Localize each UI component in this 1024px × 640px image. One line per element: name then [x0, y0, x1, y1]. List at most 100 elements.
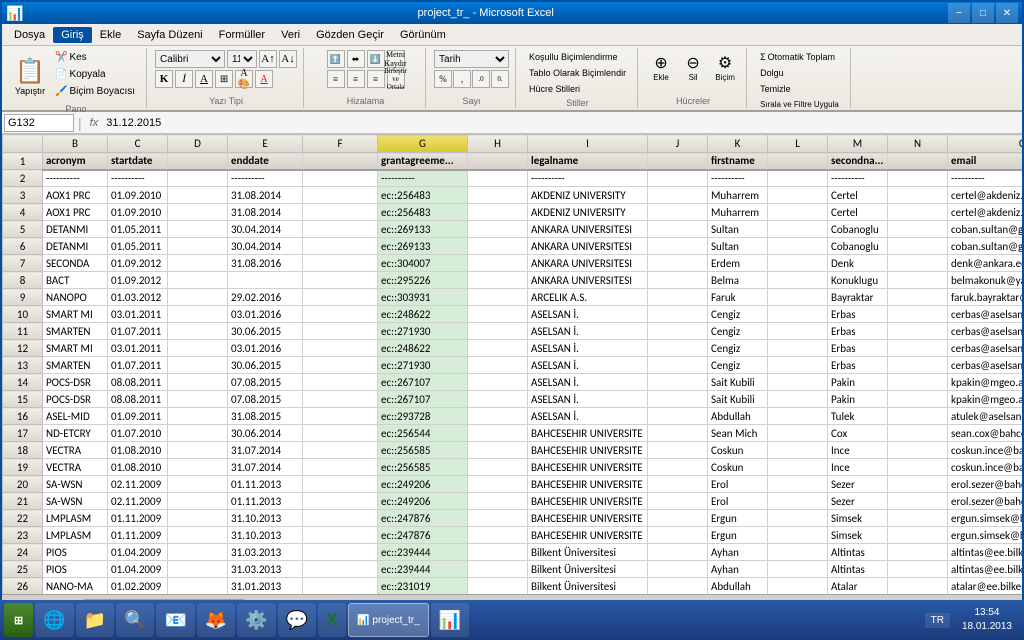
col-header-G[interactable]: G	[378, 135, 468, 153]
copy-button[interactable]: 📄 Kopyala	[50, 67, 140, 82]
cell-r14-c0[interactable]: POCS-DSR	[43, 374, 108, 391]
menu-veri[interactable]: Veri	[273, 27, 308, 43]
menu-giris[interactable]: Giriş	[53, 27, 92, 43]
cell-r15-c11[interactable]: Pakin	[828, 391, 888, 408]
cell-r24-c1[interactable]: 01.04.2009	[108, 544, 168, 561]
cell-r26-c13[interactable]: atalar@ee.bilkent.edu.tr	[948, 578, 1023, 595]
cell-r8-c2[interactable]	[168, 272, 228, 289]
cell-r3-c3[interactable]: 31.08.2014	[228, 187, 303, 204]
cell-r25-c0[interactable]: PIOS	[43, 561, 108, 578]
cell-r10-c11[interactable]: Erbas	[828, 306, 888, 323]
cell-r6-c9[interactable]: Sultan	[708, 238, 768, 255]
autosum-button[interactable]: Σ Otomatik Toplam	[755, 50, 840, 64]
number-format-select[interactable]: Tarih	[434, 50, 509, 68]
cell-r2-c1[interactable]: ----------	[108, 170, 168, 187]
taskbar-ie-button[interactable]: 🌐	[35, 603, 73, 637]
cell-r7-c1[interactable]: 01.09.2012	[108, 255, 168, 272]
menu-gorunum[interactable]: Görünüm	[392, 27, 454, 43]
cell-r14-c12[interactable]	[888, 374, 948, 391]
cell-r5-c10[interactable]	[768, 221, 828, 238]
wrap-text-button[interactable]: Metni Kaydır	[387, 50, 405, 68]
cell-r16-c10[interactable]	[768, 408, 828, 425]
cell-r12-c7[interactable]: ASELSAN İ.	[528, 340, 648, 357]
cell-r15-c6[interactable]	[468, 391, 528, 408]
cell-r21-c13[interactable]: erol.sezer@bahcesehir.edu.tr	[948, 493, 1023, 510]
cell-r25-c8[interactable]	[648, 561, 708, 578]
cell-r8-c6[interactable]	[468, 272, 528, 289]
cell-r12-c6[interactable]	[468, 340, 528, 357]
cell-r20-c8[interactable]	[648, 476, 708, 493]
cell-r18-c9[interactable]: Coskun	[708, 442, 768, 459]
cell-r17-c10[interactable]	[768, 425, 828, 442]
taskbar-folder-button[interactable]: 📁	[76, 603, 114, 637]
cell-r11-c1[interactable]: 01.07.2011	[108, 323, 168, 340]
cell-r4-c6[interactable]	[468, 204, 528, 221]
row-num-16[interactable]: 16	[3, 408, 43, 425]
cell-r12-c1[interactable]: 03.01.2011	[108, 340, 168, 357]
cell-r2-c4[interactable]	[303, 170, 378, 187]
cell-r4-c13[interactable]: certel@akdeniz.edu.tr	[948, 204, 1023, 221]
cell-r17-c1[interactable]: 01.07.2010	[108, 425, 168, 442]
cell-r17-c2[interactable]	[168, 425, 228, 442]
cell-r22-c12[interactable]	[888, 510, 948, 527]
cell-r18-c7[interactable]: BAHCESEHIR UNIVERSITE	[528, 442, 648, 459]
cell-r12-c3[interactable]: 03.01.2016	[228, 340, 303, 357]
cell-r25-c5[interactable]: ec::239444	[378, 561, 468, 578]
cell-styles-button[interactable]: Hücre Stilleri	[524, 82, 585, 96]
format-painter-button[interactable]: 🖌️ Biçim Boyacısı	[50, 84, 140, 99]
cell-r18-c11[interactable]: Ince	[828, 442, 888, 459]
cell-r2-c2[interactable]	[168, 170, 228, 187]
cell-r12-c2[interactable]	[168, 340, 228, 357]
cell-r19-c13[interactable]: coskun.ince@bahcesehir.edu.tr	[948, 459, 1023, 476]
cell-r7-c11[interactable]: Denk	[828, 255, 888, 272]
cell-r2-c8[interactable]	[648, 170, 708, 187]
cell-r21-c1[interactable]: 02.11.2009	[108, 493, 168, 510]
cell-r5-c7[interactable]: ANKARA UNIVERSITESI	[528, 221, 648, 238]
header-cell-8[interactable]	[648, 153, 708, 170]
cell-r20-c9[interactable]: Erol	[708, 476, 768, 493]
cell-r6-c8[interactable]	[648, 238, 708, 255]
cell-r26-c10[interactable]	[768, 578, 828, 595]
name-box[interactable]	[4, 114, 74, 132]
cell-r21-c0[interactable]: SA-WSN	[43, 493, 108, 510]
cell-r7-c10[interactable]	[768, 255, 828, 272]
cell-r7-c4[interactable]	[303, 255, 378, 272]
cell-r24-c0[interactable]: PIOS	[43, 544, 108, 561]
cell-r10-c13[interactable]: cerbas@aselsan.com.tr	[948, 306, 1023, 323]
cell-r13-c11[interactable]: Erbas	[828, 357, 888, 374]
cell-r17-c12[interactable]	[888, 425, 948, 442]
cell-r18-c3[interactable]: 31.07.2014	[228, 442, 303, 459]
cell-r24-c5[interactable]: ec::239444	[378, 544, 468, 561]
cell-r20-c0[interactable]: SA-WSN	[43, 476, 108, 493]
insert-cells-button[interactable]: ⊕ Ekle	[646, 50, 676, 85]
paste-button[interactable]: 📋 Yapıştır	[12, 50, 48, 102]
cell-r5-c6[interactable]	[468, 221, 528, 238]
cell-r13-c12[interactable]	[888, 357, 948, 374]
row-num-10[interactable]: 10	[3, 306, 43, 323]
cell-r23-c9[interactable]: Ergun	[708, 527, 768, 544]
header-cell-2[interactable]	[168, 153, 228, 170]
row-num-6[interactable]: 6	[3, 238, 43, 255]
row-num-15[interactable]: 15	[3, 391, 43, 408]
header-cell-10[interactable]	[768, 153, 828, 170]
cell-r15-c0[interactable]: POCS-DSR	[43, 391, 108, 408]
cell-r25-c10[interactable]	[768, 561, 828, 578]
cell-r22-c4[interactable]	[303, 510, 378, 527]
fill-button[interactable]: Dolgu	[755, 66, 789, 80]
cell-r15-c5[interactable]: ec::267107	[378, 391, 468, 408]
cell-r18-c8[interactable]	[648, 442, 708, 459]
cell-r17-c6[interactable]	[468, 425, 528, 442]
cell-r21-c8[interactable]	[648, 493, 708, 510]
italic-button[interactable]: İ	[175, 70, 193, 88]
minimize-button[interactable]: −	[948, 3, 970, 23]
cell-r26-c6[interactable]	[468, 578, 528, 595]
cell-r19-c5[interactable]: ec::256585	[378, 459, 468, 476]
row-num-12[interactable]: 12	[3, 340, 43, 357]
row-num-20[interactable]: 20	[3, 476, 43, 493]
cell-r8-c7[interactable]: ANKARA UNIVERSITESI	[528, 272, 648, 289]
cell-r22-c2[interactable]	[168, 510, 228, 527]
cell-r10-c4[interactable]	[303, 306, 378, 323]
cell-r9-c6[interactable]	[468, 289, 528, 306]
cell-r17-c8[interactable]	[648, 425, 708, 442]
cell-r8-c12[interactable]	[888, 272, 948, 289]
